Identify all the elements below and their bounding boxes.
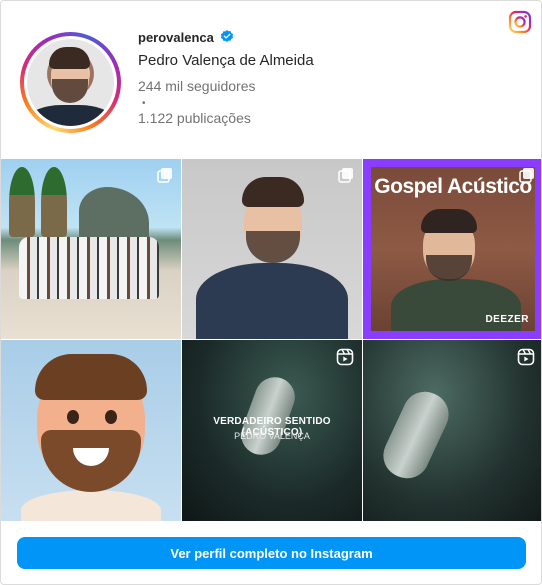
person-hair bbox=[421, 209, 477, 233]
avatar[interactable] bbox=[20, 32, 121, 133]
person-beard bbox=[426, 255, 472, 281]
profile-header: perovalenca Pedro Valença de Almeida 244… bbox=[1, 1, 541, 159]
person-hair bbox=[242, 177, 304, 207]
person-beard bbox=[246, 231, 300, 263]
post-tile-portrait[interactable] bbox=[182, 159, 362, 339]
post-tile-group-photo[interactable] bbox=[1, 159, 181, 339]
avatar-hair bbox=[49, 47, 90, 69]
group-of-people bbox=[19, 237, 159, 299]
separator-dot: • bbox=[142, 98, 146, 109]
palm-tree bbox=[41, 167, 67, 237]
instagram-embed-card: perovalenca Pedro Valença de Almeida 244… bbox=[0, 0, 542, 585]
profile-info: perovalenca Pedro Valença de Almeida 244… bbox=[138, 29, 314, 127]
memoji-eye bbox=[67, 410, 79, 424]
memoji-eye bbox=[105, 410, 117, 424]
posts-grid: Gospel Acústico DEEZER VERDADEIRO SENTID… bbox=[1, 159, 541, 521]
deezer-logo: DEEZER bbox=[485, 314, 529, 325]
album-title: Gospel Acústico bbox=[374, 175, 532, 198]
reel-subtitle: PEDRO VALENÇA bbox=[234, 431, 310, 441]
memoji-hair bbox=[35, 354, 147, 400]
microphone bbox=[376, 384, 456, 486]
followers-count: 244 mil seguidores bbox=[138, 78, 256, 94]
avatar-frame bbox=[24, 36, 117, 129]
full-name: Pedro Valença de Almeida bbox=[138, 52, 314, 69]
reels-icon bbox=[336, 348, 354, 366]
memoji-body bbox=[21, 490, 161, 521]
person-body bbox=[196, 263, 348, 339]
profile-photo bbox=[27, 39, 114, 126]
username[interactable]: perovalenca bbox=[138, 30, 214, 45]
avatar-beard bbox=[52, 79, 88, 103]
posts-count: 1.122 publicações bbox=[138, 110, 251, 126]
palm-tree bbox=[9, 167, 35, 237]
album-cover: Gospel Acústico DEEZER bbox=[371, 167, 535, 331]
carousel-icon bbox=[157, 168, 172, 183]
post-tile-memoji[interactable] bbox=[1, 340, 181, 521]
avatar-shirt bbox=[27, 105, 114, 126]
post-tile-reel-verdadeiro-sentido[interactable]: VERDADEIRO SENTIDO (ACÚSTICO) PEDRO VALE… bbox=[182, 340, 362, 521]
carousel-icon bbox=[519, 168, 534, 183]
carousel-icon bbox=[338, 168, 353, 183]
post-tile-reel-singing[interactable] bbox=[363, 340, 541, 521]
reels-icon bbox=[517, 348, 535, 366]
verified-badge-icon bbox=[220, 30, 233, 42]
footer: Ver perfil completo no Instagram bbox=[17, 537, 526, 569]
post-tile-gospel-acustico[interactable]: Gospel Acústico DEEZER bbox=[363, 159, 541, 339]
view-full-profile-button[interactable]: Ver perfil completo no Instagram bbox=[17, 537, 526, 569]
username-row: perovalenca bbox=[138, 29, 314, 45]
